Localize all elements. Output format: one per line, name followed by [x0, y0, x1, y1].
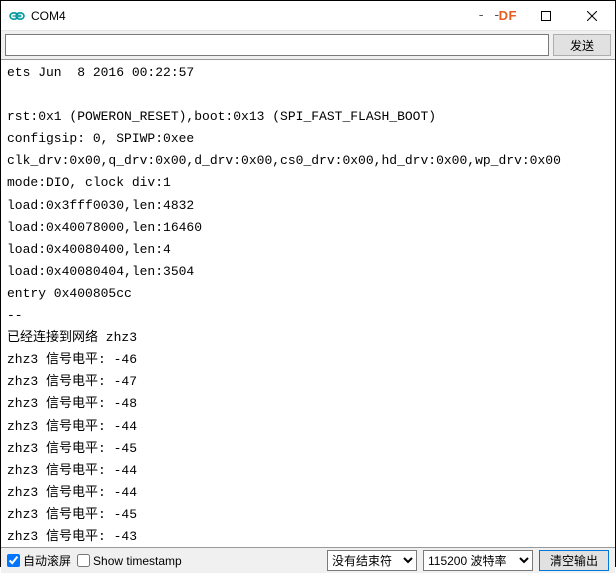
clear-output-button[interactable]: 清空输出: [539, 550, 609, 571]
send-button[interactable]: 发送: [553, 34, 611, 56]
maximize-button[interactable]: [523, 1, 569, 31]
df-badge: DF: [499, 8, 517, 23]
send-input[interactable]: [5, 34, 549, 56]
window-title: COM4: [31, 9, 66, 23]
timestamp-text: Show timestamp: [93, 554, 182, 568]
autoscroll-checkbox[interactable]: [7, 554, 20, 567]
autoscroll-checkbox-label[interactable]: 自动滚屏: [7, 552, 71, 569]
line-ending-select[interactable]: 没有结束符: [327, 550, 417, 571]
send-toolbar: 发送: [1, 31, 615, 60]
autoscroll-text: 自动滚屏: [23, 552, 71, 569]
statusbar: 自动滚屏 Show timestamp 没有结束符 115200 波特率 清空输…: [1, 547, 615, 573]
arduino-icon: [9, 8, 25, 24]
timestamp-checkbox[interactable]: [77, 554, 90, 567]
close-button[interactable]: [569, 1, 615, 31]
baud-rate-select[interactable]: 115200 波特率: [423, 550, 533, 571]
timestamp-checkbox-label[interactable]: Show timestamp: [77, 554, 182, 568]
titlebar: COM4 - - DF: [1, 1, 615, 31]
serial-output[interactable]: ets Jun 8 2016 00:22:57 rst:0x1 (POWERON…: [1, 60, 615, 547]
